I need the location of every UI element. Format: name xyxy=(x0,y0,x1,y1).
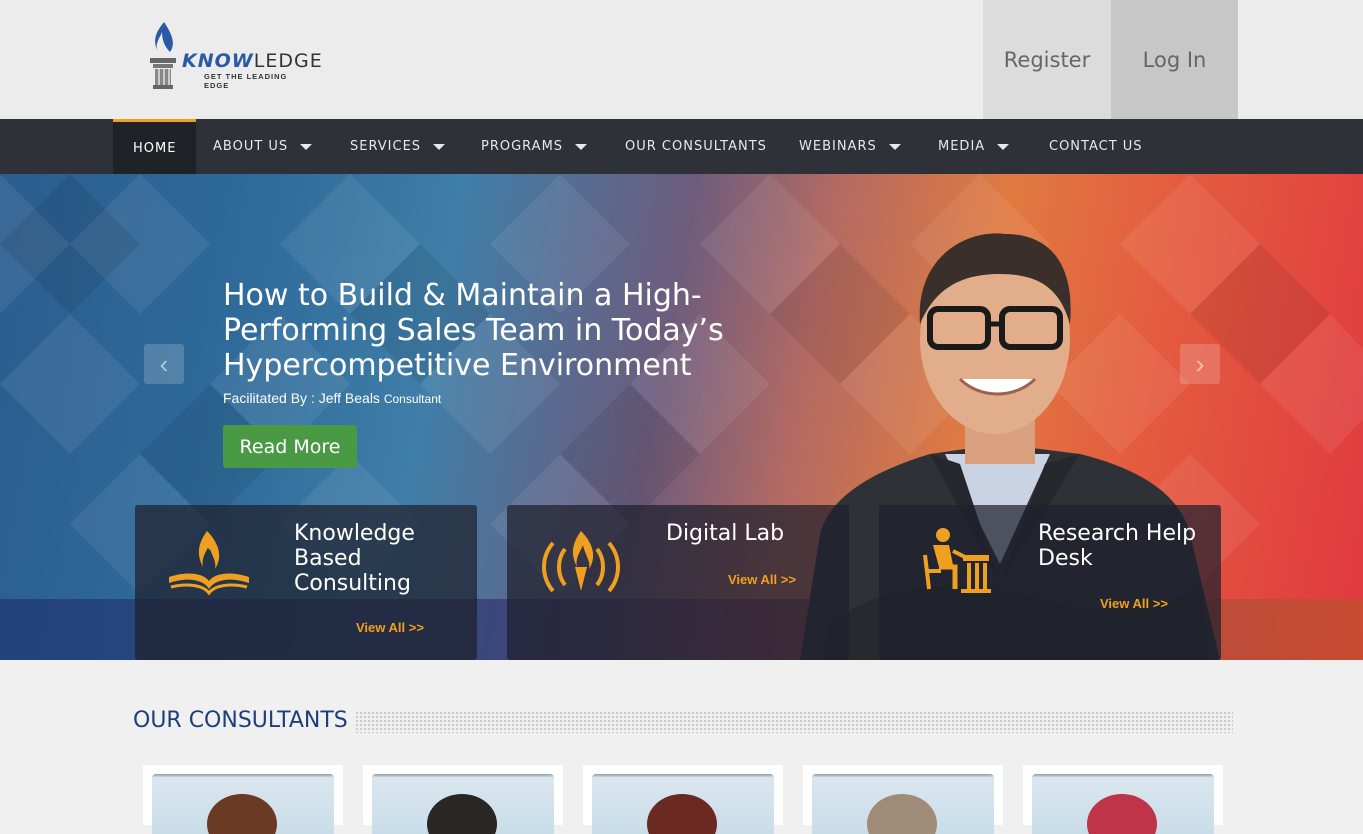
facilitator-name: Facilitated By : Jeff Beals xyxy=(223,390,380,406)
consultant-head xyxy=(207,794,277,834)
hero-title: How to Build & Maintain a High-Performin… xyxy=(223,278,724,383)
section-title-consultants: OUR CONSULTANTS xyxy=(133,708,348,733)
caret-down-icon xyxy=(888,143,901,150)
view-all-link[interactable]: View All >> xyxy=(356,620,424,635)
consultant-avatar xyxy=(1032,774,1214,834)
caret-down-icon xyxy=(433,143,446,150)
register-button[interactable]: Register xyxy=(983,0,1111,119)
login-button[interactable]: Log In xyxy=(1111,0,1238,119)
nav-media[interactable]: MEDIA xyxy=(938,119,1010,174)
consultant-card[interactable] xyxy=(583,765,783,834)
consultant-avatar xyxy=(812,774,994,834)
consultant-head xyxy=(427,794,497,834)
consultant-head xyxy=(647,794,717,834)
view-all-link[interactable]: View All >> xyxy=(728,572,796,587)
site-header: KNOWLEDGE GET THE LEADING EDGE Register … xyxy=(0,0,1363,119)
nav-webinars[interactable]: WEBINARS xyxy=(799,119,901,174)
service-card-digital-lab[interactable]: Digital Lab View All >> xyxy=(507,505,849,660)
open-book-flame-icon xyxy=(169,531,249,596)
service-card-consulting[interactable]: Knowledge Based Consulting View All >> xyxy=(135,505,477,660)
torch-logo-icon xyxy=(150,22,176,89)
consultant-card[interactable] xyxy=(1023,765,1223,834)
logo-wordmark: KNOWLEDGE xyxy=(182,50,323,72)
nav-programs[interactable]: PROGRAMS xyxy=(481,119,588,174)
nav-our-consultants[interactable]: OUR CONSULTANTS xyxy=(625,119,767,174)
section-divider-dots xyxy=(355,711,1233,733)
service-card-research-help-desk[interactable]: Research Help Desk View All >> xyxy=(879,505,1221,660)
consultant-avatar xyxy=(152,774,334,834)
caret-down-icon xyxy=(300,143,313,150)
caret-down-icon xyxy=(997,143,1010,150)
nav-services[interactable]: SERVICES xyxy=(350,119,446,174)
card-title: Research Help Desk xyxy=(1038,521,1197,571)
consultant-head xyxy=(1087,794,1157,834)
student-at-desk-icon xyxy=(923,528,991,593)
hero-facilitator: Facilitated By : Jeff Beals Consultant xyxy=(223,390,441,406)
facilitator-role: Consultant xyxy=(383,392,442,406)
site-logo[interactable]: KNOWLEDGE GET THE LEADING EDGE xyxy=(144,18,322,92)
slider-prev-button[interactable]: ‹ xyxy=(144,344,184,384)
card-title: Digital Lab xyxy=(666,521,785,546)
nav-about-us[interactable]: ABOUT US xyxy=(213,119,313,174)
broadcast-flame-icon xyxy=(542,531,620,593)
caret-down-icon xyxy=(575,143,588,150)
nav-home[interactable]: HOME xyxy=(113,119,197,174)
read-more-button[interactable]: Read More xyxy=(223,425,357,468)
consultant-avatar xyxy=(372,774,554,834)
consultant-head xyxy=(867,794,937,834)
logo-tagline: GET THE LEADING EDGE xyxy=(204,72,288,90)
nav-contact-us[interactable]: CONTACT US xyxy=(1049,119,1143,174)
consultant-avatar xyxy=(592,774,774,834)
main-nav: HOME ABOUT US SERVICES PROGRAMS OUR CONS… xyxy=(0,119,1363,174)
consultant-card[interactable] xyxy=(143,765,343,834)
view-all-link[interactable]: View All >> xyxy=(1100,596,1168,611)
hero-slider: ‹ › How to Build & Maintain a High-Perfo… xyxy=(0,174,1363,660)
consultant-card[interactable] xyxy=(803,765,1003,834)
consultant-card[interactable] xyxy=(363,765,563,834)
card-title: Knowledge Based Consulting xyxy=(294,521,415,596)
